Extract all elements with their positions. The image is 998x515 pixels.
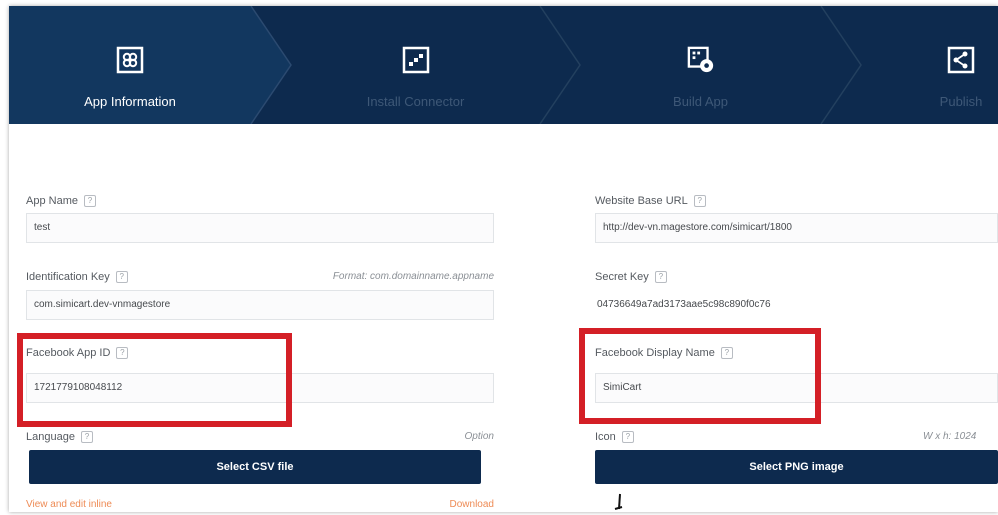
- build-app-icon: [687, 46, 715, 74]
- app-name-input[interactable]: test: [26, 213, 494, 243]
- website-base-url-label: Website Base URL ?: [595, 195, 706, 207]
- language-option-hint: Option: [464, 431, 494, 442]
- app-info-form: App Name ? test Identification Key ? For…: [9, 124, 998, 512]
- app-wizard: App Information Install Connector Build …: [9, 6, 998, 512]
- help-icon[interactable]: ?: [621, 431, 634, 443]
- download-link[interactable]: Download: [394, 499, 494, 510]
- secret-key-value[interactable]: 04736649a7ad3173aae5c98c890f0c76: [589, 290, 998, 320]
- help-icon[interactable]: ?: [115, 271, 128, 283]
- language-label: Language ?: [26, 431, 93, 443]
- app-info-icon: [116, 46, 144, 74]
- step-label: Install Connector: [366, 94, 465, 109]
- identification-key-input[interactable]: com.simicart.dev-vnmagestore: [26, 290, 494, 320]
- step-app-information[interactable]: App Information: [9, 6, 251, 124]
- website-base-url-input[interactable]: http://dev-vn.magestore.com/simicart/180…: [595, 213, 998, 243]
- step-build-app[interactable]: Build App: [580, 6, 821, 124]
- view-edit-inline-link[interactable]: View and edit inline: [26, 499, 112, 510]
- identification-key-label: Identification Key ?: [26, 271, 128, 283]
- icon-label: Icon ?: [595, 431, 634, 443]
- mouse-cursor-icon: [614, 493, 623, 510]
- app-name-label: App Name ?: [26, 195, 96, 207]
- highlight-box-facebook-app-id: [17, 333, 292, 427]
- step-divider: [820, 6, 862, 124]
- wizard-stepper: App Information Install Connector Build …: [9, 6, 998, 124]
- step-publish[interactable]: Publish: [861, 6, 998, 124]
- step-install-connector[interactable]: Install Connector: [291, 6, 540, 124]
- highlight-box-facebook-display-name: [579, 328, 821, 424]
- help-icon[interactable]: ?: [83, 195, 96, 207]
- select-csv-button[interactable]: Select CSV file: [29, 450, 481, 484]
- step-label: Build App: [673, 94, 728, 109]
- icon-size-hint: W x h: 1024: [923, 431, 977, 442]
- help-icon[interactable]: ?: [80, 431, 93, 443]
- install-connector-icon: [402, 46, 430, 74]
- secret-key-label: Secret Key ?: [595, 271, 667, 283]
- help-icon[interactable]: ?: [654, 271, 667, 283]
- identification-key-format-hint: Format: com.domainname.appname: [332, 271, 494, 282]
- step-label: App Information: [84, 94, 176, 109]
- share-icon: [947, 46, 975, 74]
- select-png-button[interactable]: Select PNG image: [595, 450, 998, 484]
- step-divider: [539, 6, 581, 124]
- help-icon[interactable]: ?: [693, 195, 706, 207]
- step-label: Publish: [939, 94, 983, 109]
